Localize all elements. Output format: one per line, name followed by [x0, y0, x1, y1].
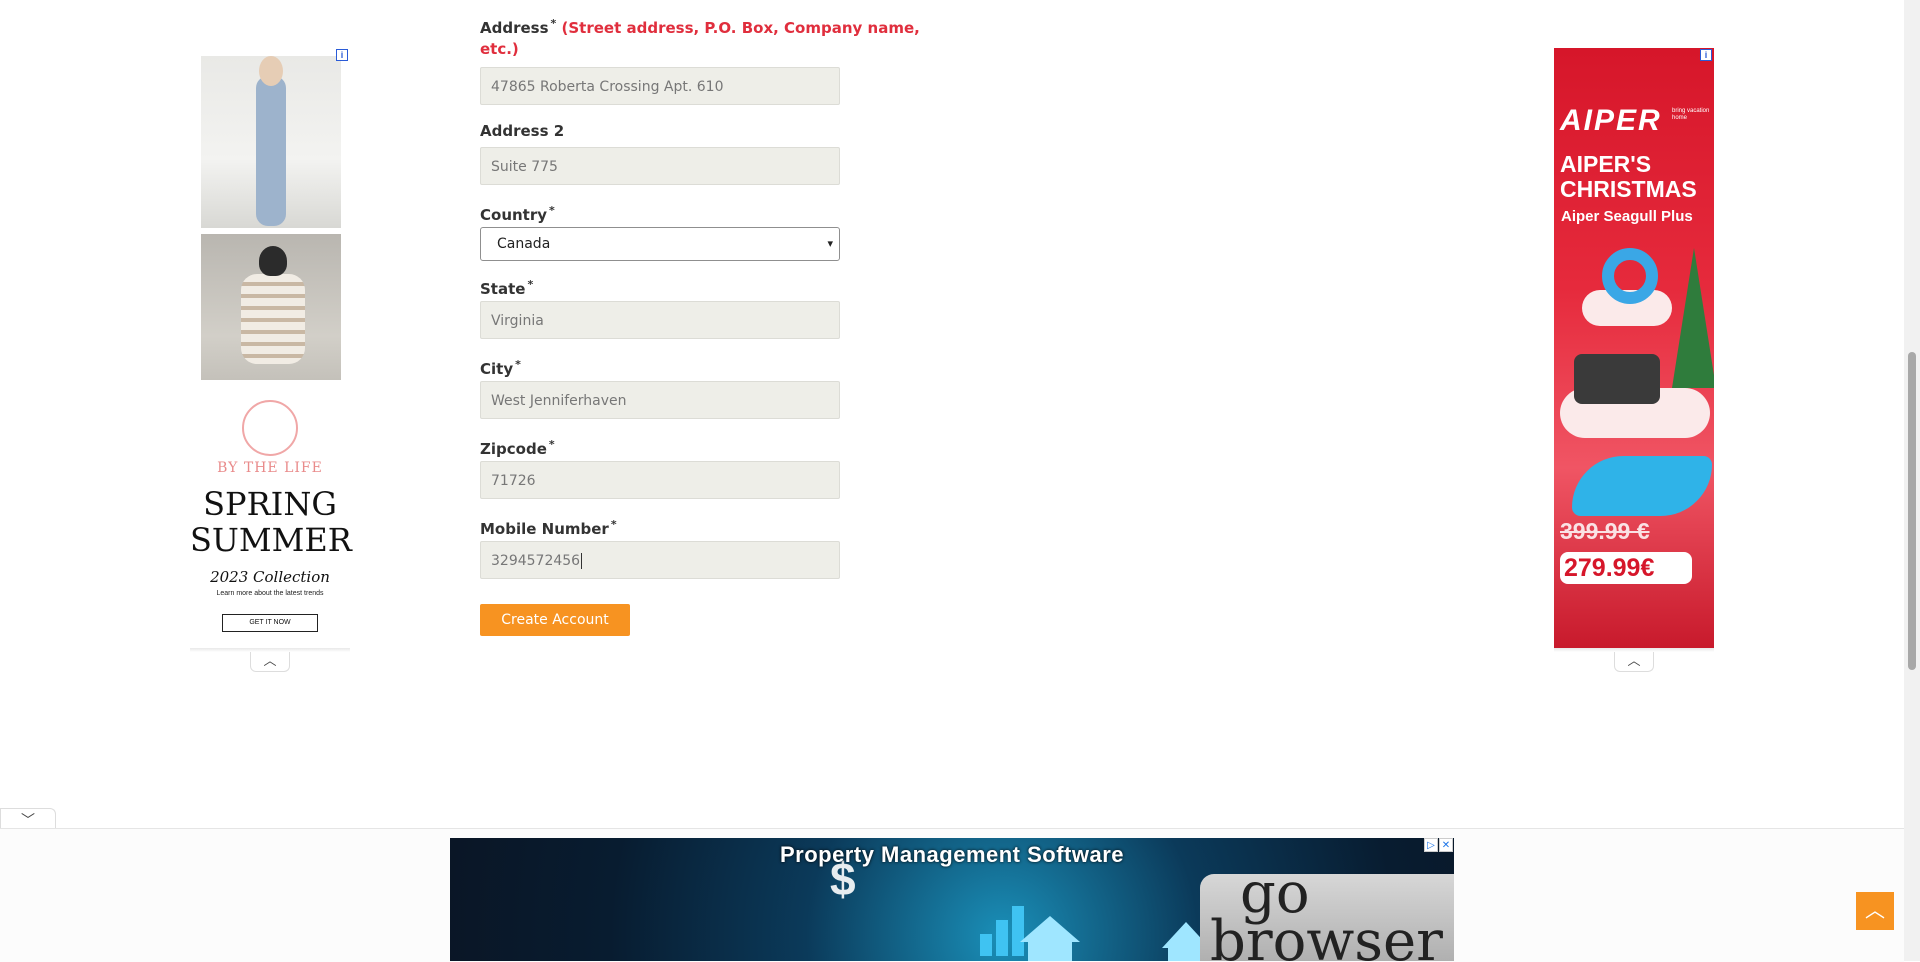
adchoices-icon[interactable]: ▷: [1424, 838, 1438, 852]
city-label: City *: [480, 355, 521, 379]
model-head: [259, 56, 283, 86]
christmas-tree-image: [1672, 248, 1714, 388]
house-body: [1168, 946, 1204, 961]
aiper-headline: AIPER'S CHRISTMAS: [1560, 152, 1697, 202]
chevron-down-icon: ﹀: [21, 812, 35, 828]
mobile-label-text: Mobile Number: [480, 520, 609, 538]
ad-info-icon[interactable]: i: [336, 49, 348, 61]
pool-robot-image: [1574, 354, 1660, 404]
address-hint-continued: etc.): [480, 40, 519, 58]
aiper-product: Aiper Seagull Plus: [1561, 208, 1693, 225]
zipcode-label: Zipcode *: [480, 435, 555, 459]
mobile-input-value: 3294572456: [491, 553, 581, 569]
brand-name: BY THE LIFE: [217, 460, 323, 476]
country-select[interactable]: Canada ▾: [480, 227, 840, 261]
required-mark: *: [550, 17, 557, 30]
text-caret: [581, 553, 583, 569]
ad-collection: 2023 Collection: [210, 568, 330, 586]
address2-label: Address 2: [480, 122, 565, 140]
country-label: Country *: [480, 201, 555, 225]
scrollbar-thumb[interactable]: [1908, 352, 1916, 670]
collapse-left-ad-button[interactable]: ︿: [250, 652, 290, 672]
pool-ring-image: [1602, 248, 1658, 304]
zipcode-input[interactable]: 71726: [480, 461, 840, 499]
brand-logo: [242, 400, 298, 456]
address-hint: (Street address, P.O. Box, Company name,: [561, 19, 920, 37]
required-mark: *: [549, 204, 555, 217]
country-selected-value: Canada: [497, 236, 551, 252]
chevron-down-icon: ▾: [827, 237, 833, 250]
required-mark: *: [610, 518, 617, 531]
close-icon[interactable]: ✕: [1439, 838, 1453, 852]
ad-headline: SPRING SUMMER: [190, 485, 352, 559]
required-mark: *: [548, 438, 555, 451]
go-browser-line2: browser: [1210, 909, 1443, 962]
go-browser-logo: go browser: [1210, 866, 1443, 962]
address-input[interactable]: 47865 Roberta Crossing Apt. 610: [480, 67, 840, 105]
ad-cta-button[interactable]: GET IT NOW: [222, 614, 318, 632]
scroll-to-top-button[interactable]: ︿: [1856, 892, 1894, 930]
wave-image: [1572, 456, 1712, 516]
ad-learn-text: Learn more about the latest trends: [216, 590, 324, 597]
right-ad[interactable]: AIPER bring vacation home AIPER'S CHRIST…: [1554, 48, 1714, 648]
chevron-up-icon: ︿: [1627, 653, 1641, 668]
new-price: 279.99€: [1560, 552, 1692, 584]
chevron-up-icon: ︿: [263, 653, 277, 668]
collapse-right-ad-button[interactable]: ︿: [1614, 652, 1654, 672]
graphic-bar: [996, 920, 1008, 956]
required-mark: *: [515, 358, 521, 371]
ad-photo-sweater: [201, 234, 341, 380]
house-body: [1028, 942, 1072, 961]
state-label-text: State: [480, 280, 526, 298]
page-scrollbar[interactable]: [1904, 0, 1920, 961]
aiper-tagline: bring vacation home: [1672, 108, 1710, 121]
aiper-headline-line1: AIPER'S: [1560, 151, 1652, 177]
zipcode-label-text: Zipcode: [480, 440, 547, 458]
address2-input[interactable]: Suite 775: [480, 147, 840, 185]
graphic-bar: [980, 934, 992, 956]
model-head: [259, 246, 287, 276]
state-label: State *: [480, 275, 533, 299]
ad-headline-line2: SUMMER: [190, 521, 352, 559]
country-label-text: Country: [480, 206, 548, 224]
create-account-button[interactable]: Create Account: [480, 604, 630, 636]
old-price: 399.99 €: [1560, 518, 1650, 544]
mobile-label: Mobile Number *: [480, 515, 617, 539]
aiper-headline-line2: CHRISTMAS: [1560, 176, 1697, 202]
state-input[interactable]: Virginia: [480, 301, 840, 339]
city-input[interactable]: West Jenniferhaven: [480, 381, 840, 419]
banner-title: Property Management Software: [779, 842, 1125, 867]
address-label: Address * (Street address, P.O. Box, Comp…: [480, 14, 920, 38]
aiper-logo: AIPER: [1560, 104, 1662, 137]
mobile-input[interactable]: 3294572456: [480, 541, 840, 579]
model-figure: [256, 76, 286, 226]
ad-photo-jeans: [201, 56, 341, 228]
model-figure: [241, 274, 305, 364]
address-label-text: Address: [480, 19, 549, 37]
ad-headline-line1: SPRING: [203, 485, 337, 523]
house-roof: [1020, 916, 1080, 942]
bottom-banner-ad[interactable]: $ go browser Property Management Softwar…: [450, 838, 1454, 961]
left-ad[interactable]: BY THE LIFE SPRING SUMMER 2023 Collectio…: [190, 48, 352, 648]
chevron-up-icon: ︿: [1865, 900, 1885, 922]
city-label-text: City: [480, 360, 514, 378]
ad-info-icon[interactable]: i: [1700, 49, 1712, 61]
required-mark: *: [527, 278, 534, 291]
